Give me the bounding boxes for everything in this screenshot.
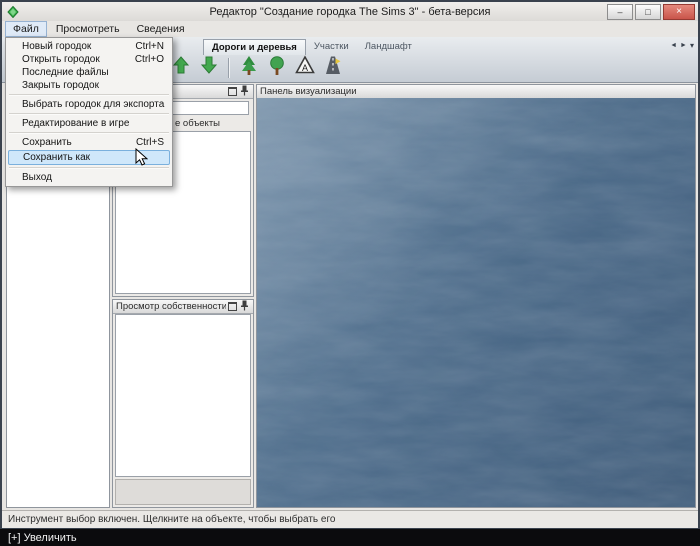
menu-separator bbox=[9, 113, 169, 115]
toolbar-icons: А bbox=[168, 55, 345, 81]
window-title: Редактор "Создание городка The Sims 3" -… bbox=[209, 5, 491, 18]
file-menu-popup: Новый городок Ctrl+N Открыть городок Ctr… bbox=[5, 37, 173, 187]
render-panel-title: Панель визуализации bbox=[260, 86, 357, 97]
road-sign-tool-button[interactable]: А bbox=[292, 55, 317, 80]
tab-lots[interactable]: Участки bbox=[306, 39, 357, 55]
water-render bbox=[257, 98, 695, 507]
render-viewport[interactable] bbox=[257, 98, 695, 507]
menu-separator bbox=[9, 132, 169, 134]
place-round-tree-button[interactable] bbox=[264, 55, 289, 81]
round-tree-icon bbox=[267, 55, 287, 81]
window-controls: – □ × bbox=[607, 3, 695, 20]
menu-item-export-town[interactable]: Выбрать городок для экспорта bbox=[6, 98, 172, 111]
float-window-icon bbox=[227, 87, 237, 96]
green-arrow-up-icon bbox=[171, 55, 191, 80]
place-road-tool-button[interactable] bbox=[320, 56, 345, 79]
minimize-button[interactable]: – bbox=[607, 3, 633, 20]
tab-scroll-right-icon[interactable]: ► bbox=[680, 42, 687, 49]
svg-text:А: А bbox=[301, 63, 307, 73]
menu-separator bbox=[9, 94, 169, 96]
toolbar-separator bbox=[228, 57, 229, 78]
place-pine-tree-button[interactable] bbox=[236, 55, 261, 81]
menu-item-exit[interactable]: Выход bbox=[6, 171, 172, 184]
float-panel-button[interactable] bbox=[226, 86, 238, 97]
image-zoom-bar: [+] Увеличить bbox=[0, 529, 700, 546]
tab-scroll-controls: ◄ ► ▾ bbox=[670, 41, 694, 50]
menubar-item-file[interactable]: Файл bbox=[5, 21, 47, 37]
menu-item-recent-files[interactable]: Последние файлы bbox=[6, 66, 172, 79]
road-sign-icon: А bbox=[294, 55, 315, 80]
pine-tree-icon bbox=[239, 55, 259, 81]
property-panel-header[interactable]: Просмотр собственности bbox=[113, 300, 253, 314]
menu-separator bbox=[9, 167, 169, 169]
objects-group-label: е объекты bbox=[175, 118, 220, 129]
menu-item-open-town[interactable]: Открыть городок Ctrl+O bbox=[6, 53, 172, 66]
zoom-link[interactable]: [+] Увеличить bbox=[8, 532, 77, 544]
menu-item-new-town[interactable]: Новый городок Ctrl+N bbox=[6, 40, 172, 53]
titlebar[interactable]: Редактор "Создание городка The Sims 3" -… bbox=[2, 2, 698, 22]
property-listbox[interactable] bbox=[115, 314, 251, 477]
property-panel-title: Просмотр собственности bbox=[116, 301, 226, 312]
tool-tabs: Дороги и деревья Участки Ландшафт bbox=[203, 39, 420, 55]
screenshot-root: Редактор "Создание городка The Sims 3" -… bbox=[0, 0, 700, 546]
tab-scroll-left-icon[interactable]: ◄ bbox=[670, 42, 677, 49]
app-icon bbox=[7, 5, 19, 18]
pin-panel-button[interactable] bbox=[238, 300, 250, 314]
road-icon bbox=[323, 55, 343, 80]
green-arrow-down-icon bbox=[199, 55, 219, 80]
statusbar: Инструмент выбор включен. Щелкните на об… bbox=[2, 510, 698, 528]
tab-roads-and-trees[interactable]: Дороги и деревья bbox=[203, 39, 306, 55]
pin-panel-button[interactable] bbox=[238, 85, 250, 99]
menu-item-close-town[interactable]: Закрыть городок bbox=[6, 79, 172, 92]
property-preview-box bbox=[115, 479, 251, 505]
pin-icon bbox=[240, 300, 249, 314]
close-button[interactable]: × bbox=[663, 3, 695, 20]
menu-item-save[interactable]: Сохранить Ctrl+S bbox=[6, 136, 172, 149]
menubar-item-info[interactable]: Сведения bbox=[129, 21, 193, 37]
tab-terrain[interactable]: Ландшафт bbox=[357, 39, 420, 55]
status-text: Инструмент выбор включен. Щелкните на об… bbox=[8, 514, 336, 525]
float-panel-button[interactable] bbox=[226, 301, 238, 312]
menubar: Файл Просмотреть Сведения bbox=[2, 21, 698, 37]
render-panel: Панель визуализации bbox=[256, 84, 696, 508]
toolbar-overflow-icon[interactable]: ▾ bbox=[690, 41, 694, 50]
maximize-button[interactable]: □ bbox=[635, 3, 661, 20]
render-panel-header[interactable]: Панель визуализации bbox=[257, 85, 695, 99]
lower-tool-button[interactable] bbox=[196, 56, 221, 79]
menubar-item-view[interactable]: Просмотреть bbox=[48, 21, 128, 37]
float-window-icon bbox=[227, 302, 237, 311]
property-view-panel: Просмотр собственности bbox=[112, 299, 254, 508]
pin-icon bbox=[240, 85, 249, 99]
menu-item-save-as[interactable]: Сохранить как bbox=[8, 150, 170, 165]
menu-item-edit-in-game[interactable]: Редактирование в игре bbox=[6, 117, 172, 130]
